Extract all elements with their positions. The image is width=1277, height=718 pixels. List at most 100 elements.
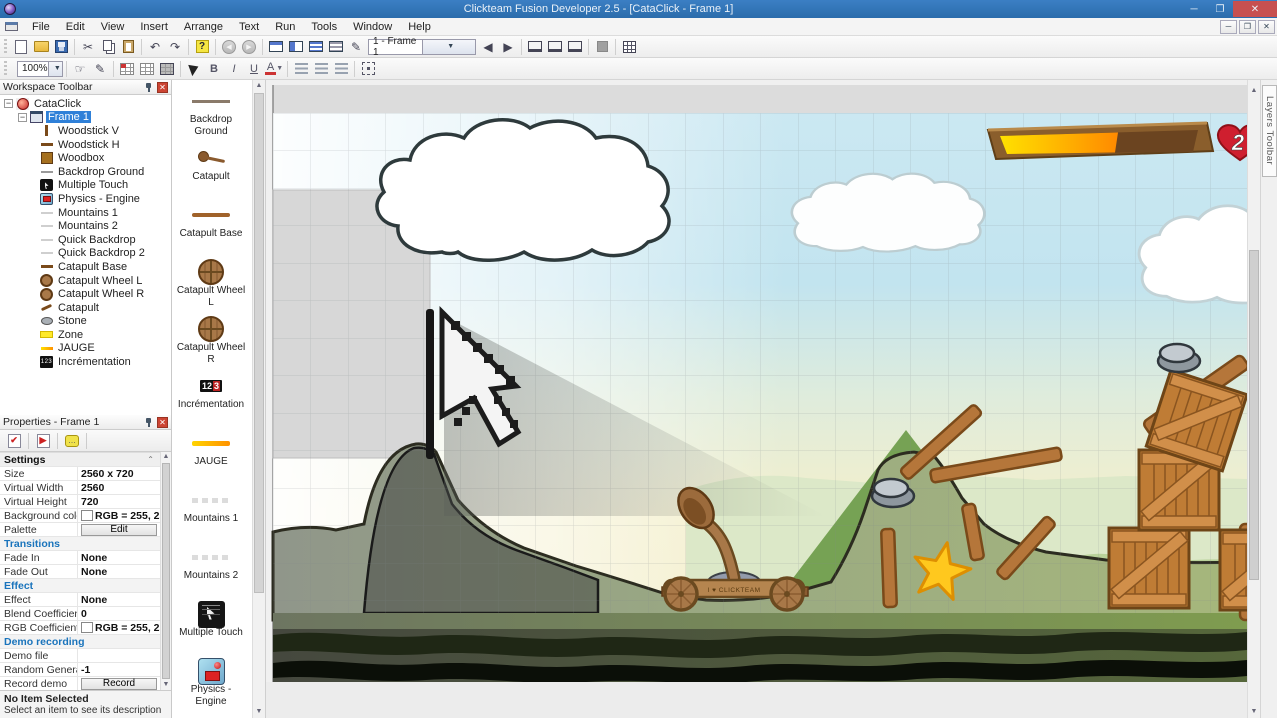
undo-button[interactable]: ↶ [145, 37, 165, 57]
library-item-catapult-base[interactable]: Catapult Base [172, 198, 250, 255]
minimize-button[interactable]: ─ [1181, 1, 1207, 17]
align-center-button[interactable] [311, 59, 331, 79]
property-row-record-demo[interactable]: Record demo Record [0, 677, 160, 690]
tab-about[interactable]: … [62, 432, 82, 449]
grid-setup-button[interactable] [157, 59, 177, 79]
catapult-wheel-right-object[interactable] [769, 576, 805, 612]
menu-window[interactable]: Window [345, 19, 400, 35]
tree-item-woodstick-h[interactable]: Woodstick H [0, 138, 171, 152]
library-scrollbar[interactable]: ▲ ▼ [252, 80, 265, 718]
text-color-button[interactable]: A ▼ [264, 59, 284, 79]
tree-item-incrementation[interactable]: Incrémentation [0, 355, 171, 369]
library-item-backdrop-ground[interactable]: Backdrop Ground [172, 84, 250, 141]
event-list-editor-button[interactable] [326, 37, 346, 57]
catapult-wheel-left-object[interactable] [663, 576, 699, 612]
next-frame-button[interactable]: ▶ [498, 37, 518, 57]
run-application-button[interactable] [525, 37, 545, 57]
tree-item-frame-1[interactable]: Frame 1 [0, 111, 171, 125]
tree-item-catapult-wheel-l[interactable]: Catapult Wheel L [0, 274, 171, 288]
library-item-multiple-touch[interactable]: Multiple Touch [172, 597, 250, 654]
close-icon[interactable]: ✕ [157, 81, 168, 93]
storyboard-editor-button[interactable] [266, 37, 286, 57]
show-grid-button[interactable] [137, 59, 157, 79]
menu-insert[interactable]: Insert [132, 19, 176, 35]
properties-scrollbar[interactable]: ▲ ▼ [160, 452, 171, 690]
property-row-fade-out[interactable]: Fade Out None [0, 565, 160, 579]
mdi-child-icon[interactable] [5, 22, 18, 31]
pin-icon[interactable] [144, 82, 153, 92]
scroll-up-icon[interactable]: ▲ [253, 80, 265, 92]
edit-palette-button[interactable]: Edit [81, 523, 157, 536]
tree-item-mountains-2[interactable]: Mountains 2 [0, 219, 171, 233]
zoom-region-button[interactable] [358, 59, 378, 79]
tree-item-mountains-1[interactable]: Mountains 1 [0, 206, 171, 220]
mdi-close-button[interactable]: ✕ [1258, 19, 1275, 34]
tree-item-quick-backdrop[interactable]: Quick Backdrop [0, 233, 171, 247]
scroll-down-icon[interactable]: ▼ [253, 706, 265, 718]
tree-item-catapult[interactable]: Catapult [0, 301, 171, 315]
color-swatch[interactable] [81, 510, 93, 521]
tree-item-woodbox[interactable]: Woodbox [0, 151, 171, 165]
new-button[interactable] [11, 37, 31, 57]
event-editor-button[interactable] [306, 37, 326, 57]
ground-surface[interactable] [273, 613, 1247, 629]
zoom-selector[interactable]: 100% ▼ [17, 60, 63, 77]
tree-item-cataclick[interactable]: CataClick [0, 97, 171, 111]
property-row-blend-coefficient[interactable]: Blend Coefficient 0 [0, 607, 160, 621]
new-object-button[interactable]: ✎ [346, 37, 366, 57]
select-tool-button[interactable] [184, 59, 204, 79]
collapse-icon[interactable] [18, 112, 27, 122]
crate-object[interactable] [1107, 526, 1191, 610]
scroll-down-icon[interactable]: ▼ [1248, 706, 1260, 718]
grid-snap-button[interactable] [117, 59, 137, 79]
tree-item-zone[interactable]: Zone [0, 328, 171, 342]
property-row-background-color[interactable]: Background colorRGB = 255, 255, [0, 509, 160, 523]
frame-editor-canvas[interactable]: 2 I ♥ CLICKTEAM [266, 80, 1277, 718]
menu-text[interactable]: Text [231, 19, 267, 35]
library-item-catapult-wheel-r[interactable]: Catapult Wheel R [172, 312, 250, 369]
scroll-down-icon[interactable]: ▼ [161, 680, 171, 690]
chevron-down-icon[interactable]: ▼ [47, 61, 62, 76]
collapse-icon[interactable] [4, 99, 13, 109]
menu-edit[interactable]: Edit [58, 19, 93, 35]
woodstick-object[interactable] [880, 527, 898, 609]
crate-object[interactable] [1218, 528, 1277, 612]
tree-item-stone[interactable]: Stone [0, 315, 171, 329]
tree-item-jauge[interactable]: JAUGE [0, 342, 171, 356]
property-row-size[interactable]: Size 2560 x 720 [0, 467, 160, 481]
chevron-down-icon[interactable]: ▼ [421, 39, 475, 54]
menu-arrange[interactable]: Arrange [176, 19, 231, 35]
align-left-button[interactable] [291, 59, 311, 79]
property-row-random-generator[interactable]: Random Generato-1 [0, 663, 160, 677]
tree-item-physics-engine[interactable]: Physics - Engine [0, 192, 171, 206]
property-row-palette[interactable]: Palette Edit [0, 523, 160, 537]
property-row-rgb-coefficient[interactable]: RGB CoefficientRGB = 255, 255, [0, 621, 160, 635]
library-item-mountains-1[interactable]: Mountains 1 [172, 483, 250, 540]
paste-button[interactable] [118, 37, 138, 57]
previous-frame-button[interactable]: ◀ [478, 37, 498, 57]
bold-button[interactable]: B [204, 59, 224, 79]
italic-button[interactable]: I [224, 59, 244, 79]
library-item-catapult[interactable]: Catapult [172, 141, 250, 198]
property-row-effect[interactable]: Effect None [0, 593, 160, 607]
frame-editor-button[interactable] [286, 37, 306, 57]
underline-button[interactable]: U [244, 59, 264, 79]
menu-run[interactable]: Run [267, 19, 303, 35]
mdi-restore-button[interactable]: ❐ [1239, 19, 1256, 34]
redo-button[interactable]: ↷ [165, 37, 185, 57]
property-row-demo-file[interactable]: Demo file [0, 649, 160, 663]
help-button[interactable]: ? [192, 37, 212, 57]
open-button[interactable] [31, 37, 51, 57]
record-button[interactable]: Record [81, 677, 157, 690]
tree-item-catapult-wheel-r[interactable]: Catapult Wheel R [0, 287, 171, 301]
grid-options-button[interactable] [619, 37, 639, 57]
stop-button[interactable] [592, 37, 612, 57]
menu-help[interactable]: Help [400, 19, 439, 35]
maximize-button[interactable]: ❐ [1207, 1, 1233, 17]
align-right-button[interactable] [331, 59, 351, 79]
copy-button[interactable] [98, 37, 118, 57]
scrollbar-thumb[interactable] [1249, 250, 1259, 580]
property-row-virtual-width[interactable]: Virtual Width 2560 [0, 481, 160, 495]
back-button[interactable]: ◀ [219, 37, 239, 57]
scroll-up-icon[interactable]: ▲ [1248, 85, 1260, 97]
